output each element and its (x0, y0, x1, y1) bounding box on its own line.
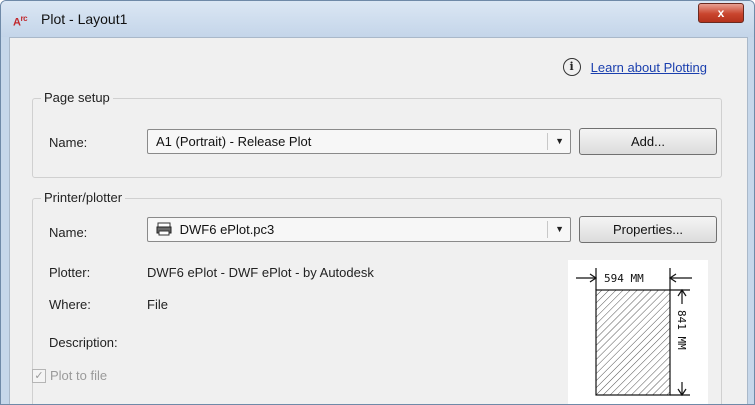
chevron-down-icon: ▼ (555, 136, 564, 146)
chevron-down-icon: ▼ (555, 224, 564, 234)
plot-dialog-window: Arc Plot - Layout1 x i Learn about Plott… (0, 0, 755, 405)
close-button[interactable]: x (698, 3, 744, 23)
title-bar[interactable]: Arc Plot - Layout1 x (1, 1, 754, 37)
add-button[interactable]: Add... (579, 128, 717, 155)
plotter-icon (156, 220, 172, 236)
page-setup-name-value: A1 (Portrait) - Release Plot (156, 134, 312, 149)
page-setup-group: Page setup Name: A1 (Portrait) - Release… (32, 90, 722, 178)
help-row: i Learn about Plotting (562, 58, 707, 76)
printer-name-value: DWF6 ePlot.pc3 (179, 222, 275, 237)
dropdown-separator (547, 133, 548, 150)
plot-to-file-checkbox[interactable]: ✓ (32, 368, 46, 383)
properties-button[interactable]: Properties... (579, 216, 717, 243)
printer-plotter-legend: Printer/plotter (41, 190, 126, 205)
plotter-label: Plotter: (49, 265, 91, 280)
dropdown-separator (547, 221, 548, 238)
paper-sheet (595, 289, 671, 396)
plotter-value: DWF6 ePlot - DWF ePlot - by Autodesk (147, 265, 374, 280)
info-icon: i (562, 58, 581, 76)
window-title: Plot - Layout1 (41, 11, 128, 27)
page-setup-legend: Page setup (41, 90, 113, 105)
where-value: File (147, 297, 168, 312)
close-icon: x (717, 6, 725, 20)
page-setup-name-label: Name: (49, 135, 88, 150)
learn-about-plotting-link[interactable]: Learn about Plotting (591, 60, 707, 75)
paper-size-preview: 594 MM 841 MM (568, 260, 708, 404)
where-label: Where: (49, 297, 91, 312)
printer-name-dropdown[interactable]: DWF6 ePlot.pc3 ▼ (147, 217, 571, 242)
dialog-client-area: i Learn about Plotting Page setup Name: … (9, 37, 748, 404)
paper-width-label: 594 MM (604, 272, 644, 285)
plot-to-file-checkbox-row[interactable]: ✓ Plot to file (32, 368, 107, 383)
plot-to-file-label: Plot to file (50, 368, 108, 383)
page-setup-name-dropdown[interactable]: A1 (Portrait) - Release Plot ▼ (147, 129, 571, 154)
autocad-app-icon: Arc (13, 14, 28, 29)
paper-height-label: 841 MM (675, 310, 688, 350)
printer-name-label: Name: (49, 225, 88, 240)
description-label: Description: (49, 335, 118, 350)
